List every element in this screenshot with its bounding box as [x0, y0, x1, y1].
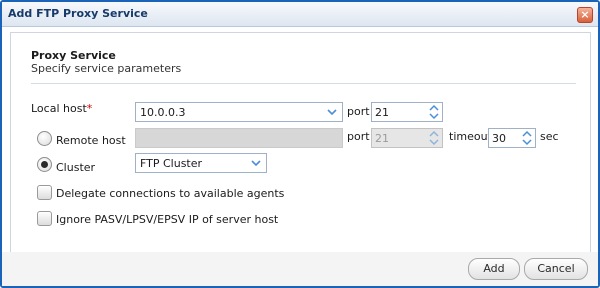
spin-arrows-icon[interactable]: [427, 103, 441, 121]
remote-host-field: [135, 128, 343, 148]
section-title: Proxy Service: [31, 49, 116, 62]
cancel-button[interactable]: Cancel: [524, 258, 588, 280]
timeout-unit: sec: [540, 130, 559, 143]
local-host-value: 10.0.0.3: [140, 106, 186, 119]
cluster-radio[interactable]: [37, 157, 52, 172]
delegate-checkbox[interactable]: [37, 185, 52, 200]
local-host-label: Local host*: [31, 102, 92, 115]
chevron-down-icon[interactable]: [325, 105, 339, 119]
cluster-label: Cluster: [56, 161, 96, 174]
ignore-pasv-checkbox[interactable]: [37, 211, 52, 226]
timeout-label: timeout: [449, 130, 492, 143]
cluster-select[interactable]: FTP Cluster: [135, 153, 267, 173]
local-port-value: 21: [375, 106, 389, 119]
spin-arrows-icon[interactable]: [520, 129, 534, 147]
remote-host-label: Remote host: [56, 134, 126, 147]
title-bar: Add FTP Proxy Service ×: [2, 2, 598, 27]
ignore-pasv-label: Ignore PASV/LPSV/EPSV IP of server host: [56, 213, 279, 226]
timeout-value: 30: [492, 132, 506, 145]
close-icon[interactable]: ×: [577, 7, 593, 23]
content-panel: Proxy Service Specify service parameters…: [10, 32, 591, 254]
dialog-window: Add FTP Proxy Service × Proxy Service Sp…: [0, 0, 600, 288]
remote-port-spinner: 21: [371, 128, 443, 148]
local-port-label: port: [347, 105, 370, 118]
cluster-value: FTP Cluster: [140, 157, 203, 170]
remote-host-radio[interactable]: [37, 131, 52, 146]
delegate-label: Delegate connections to available agents: [56, 187, 285, 200]
remote-port-value: 21: [375, 132, 389, 145]
spin-arrows-icon: [429, 130, 439, 146]
dialog-title: Add FTP Proxy Service: [8, 7, 148, 20]
radio-selected-dot: [41, 161, 48, 168]
local-host-label-text: Local host: [31, 102, 87, 115]
remote-port-label: port: [347, 130, 370, 143]
required-mark: *: [86, 102, 93, 115]
dialog-footer: Add Cancel: [2, 252, 598, 286]
timeout-spinner[interactable]: 30: [488, 128, 536, 148]
section-divider: [31, 83, 576, 84]
add-button[interactable]: Add: [468, 258, 520, 280]
section-subtitle: Specify service parameters: [31, 62, 182, 75]
local-port-spinner[interactable]: 21: [371, 102, 443, 122]
local-host-select[interactable]: 10.0.0.3: [135, 102, 343, 122]
chevron-down-icon[interactable]: [249, 156, 263, 170]
